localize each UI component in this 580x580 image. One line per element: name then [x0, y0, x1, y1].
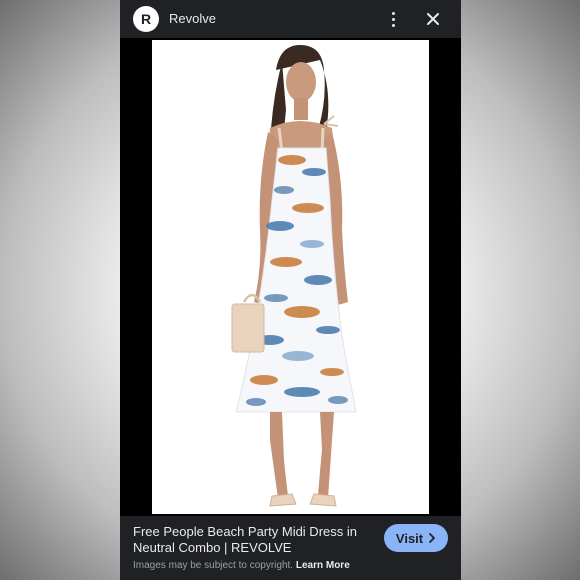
image-viewer-panel: R Revolve Free People Beach Party Midi D…	[120, 0, 461, 580]
copyright-notice: Images may be subject to copyright. Lear…	[133, 560, 350, 571]
visit-button[interactable]: Visit	[384, 524, 448, 552]
learn-more-link[interactable]: Learn More	[296, 560, 350, 571]
more-vert-icon[interactable]	[386, 9, 400, 29]
image-preview-area	[120, 38, 461, 516]
chevron-right-icon	[429, 533, 436, 543]
product-title-link[interactable]: Free People Beach Party Midi Dress in Ne…	[133, 524, 378, 556]
image-caption: Free People Beach Party Midi Dress in Ne…	[120, 516, 461, 580]
visit-button-label: Visit	[395, 530, 424, 546]
copyright-text: Images may be subject to copyright.	[133, 560, 294, 571]
viewer-header: R Revolve	[120, 0, 461, 38]
site-logo[interactable]: R	[133, 6, 159, 32]
product-image[interactable]	[152, 40, 429, 514]
site-name[interactable]: Revolve	[169, 11, 216, 26]
site-logo-letter: R	[140, 11, 152, 27]
close-icon[interactable]	[423, 9, 443, 29]
